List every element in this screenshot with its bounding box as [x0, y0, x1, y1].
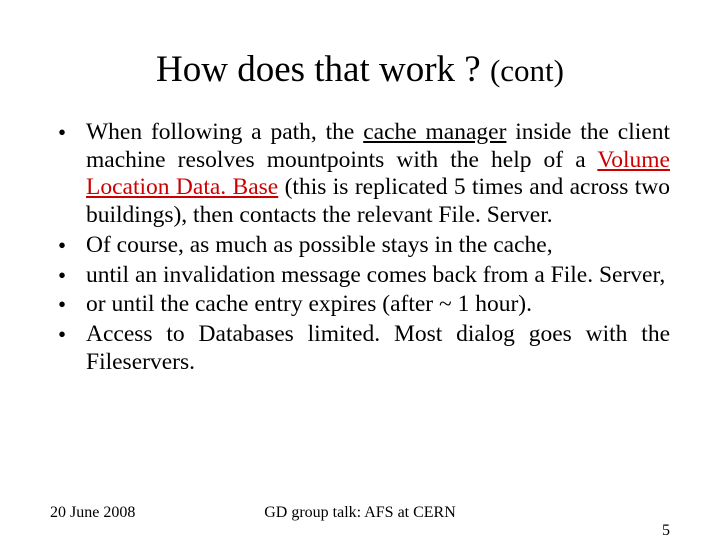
- slide: How does that work ? (cont) When followi…: [0, 0, 720, 540]
- title-sub: (cont): [490, 53, 564, 88]
- footer-date: 20 June 2008: [50, 504, 135, 522]
- bullet-5-text: Access to Databases limited. Most dialog…: [86, 321, 670, 375]
- bullet-4: or until the cache entry expires (after …: [50, 291, 670, 319]
- cache-manager-term: cache manager: [363, 119, 506, 145]
- bullet-5: Access to Databases limited. Most dialog…: [50, 321, 670, 376]
- bullet-1-t1: When following a path, the: [86, 119, 363, 145]
- bullet-2-text: Of course, as much as possible stays in …: [86, 232, 553, 258]
- title-main: How does that work ?: [156, 49, 490, 90]
- bullet-1: When following a path, the cache manager…: [50, 119, 670, 230]
- footer: 20 June 2008 GD group talk: AFS at CERN …: [0, 504, 720, 522]
- footer-page-number: 5: [662, 522, 670, 540]
- bullet-3: until an invalidation message comes back…: [50, 262, 670, 290]
- bullet-list: When following a path, the cache manager…: [50, 119, 670, 376]
- bullet-4-text: or until the cache entry expires (after …: [86, 291, 532, 317]
- bullet-2: Of course, as much as possible stays in …: [50, 232, 670, 260]
- bullet-3-text: until an invalidation message comes back…: [86, 262, 665, 288]
- slide-title: How does that work ? (cont): [0, 0, 720, 91]
